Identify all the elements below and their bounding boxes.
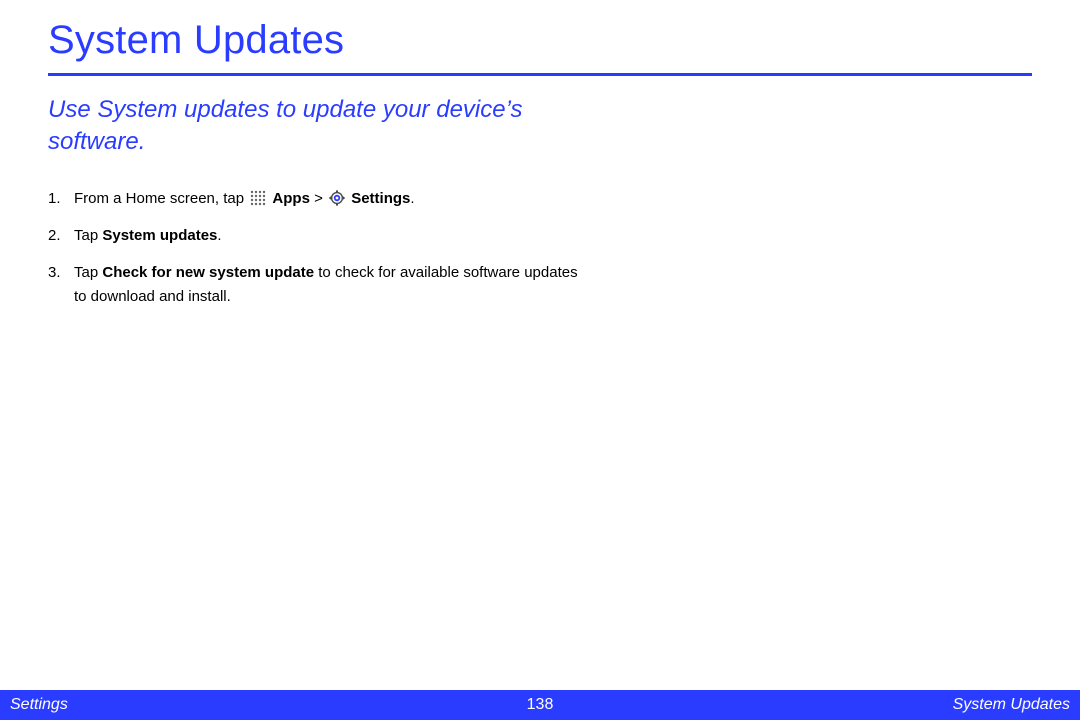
step-3: Tap Check for new system update to check…	[48, 261, 588, 308]
intro-text: Use System updates to update your device…	[48, 94, 568, 159]
step-2-bold: System updates	[102, 227, 217, 244]
page-title: System Updates	[48, 18, 1032, 76]
steps-list: From a Home screen, tap Apps >	[48, 187, 588, 308]
step-2: Tap System updates.	[48, 224, 588, 247]
step-1-sep: >	[310, 190, 327, 207]
step-3-pre: Tap	[74, 264, 102, 281]
step-1: From a Home screen, tap Apps >	[48, 187, 588, 210]
settings-gear-icon	[329, 190, 345, 206]
step-3-bold: Check for new system update	[102, 264, 314, 281]
step-2-pre: Tap	[74, 227, 102, 244]
apps-label: Apps	[272, 190, 310, 207]
apps-grid-icon	[250, 190, 266, 206]
step-1-pre: From a Home screen, tap	[74, 190, 248, 207]
settings-label: Settings	[351, 190, 410, 207]
footer-left: Settings	[10, 696, 68, 714]
step-2-post: .	[217, 227, 221, 244]
footer-page-number: 138	[527, 696, 554, 714]
step-1-post: .	[410, 190, 414, 207]
page-footer: Settings 138 System Updates	[0, 690, 1080, 720]
footer-right: System Updates	[953, 696, 1070, 714]
